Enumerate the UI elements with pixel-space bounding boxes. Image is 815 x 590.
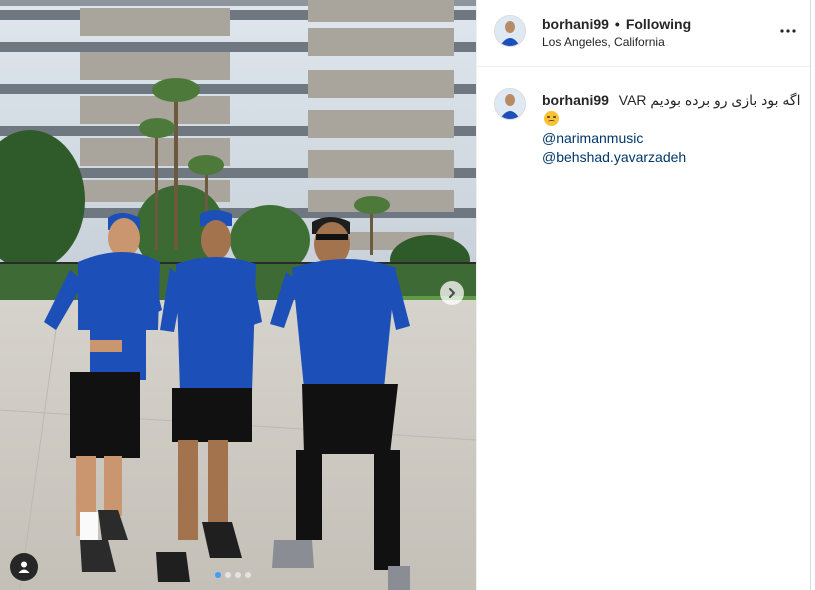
caption-username[interactable]: borhani99 [542,92,609,108]
carousel-dot [225,572,231,578]
mention-link[interactable]: @behshad.yavarzadeh [542,148,802,167]
post-header: borhani99 • Following Los Angeles, Calif… [477,0,810,67]
avatar-image [495,89,525,119]
carousel-dot [215,572,221,578]
following-button[interactable]: Following [626,16,691,32]
chevron-right-icon [449,288,455,298]
carousel-dots [215,572,251,578]
post-detail-panel: borhani99 • Following Los Angeles, Calif… [476,0,811,590]
caption-avatar[interactable] [494,88,526,120]
disappointed-face-icon [544,111,559,126]
more-options-button[interactable] [779,24,797,38]
carousel-next-button[interactable] [440,281,464,305]
post-author-username[interactable]: borhani99 [542,16,609,32]
post-location[interactable]: Los Angeles, California [542,35,665,49]
avatar-image [495,16,525,46]
carousel-dot [235,572,241,578]
mention-link[interactable]: @narimanmusic [542,129,802,148]
more-horizontal-icon [780,29,796,33]
carousel-dot [245,572,251,578]
photo-scene [0,0,476,590]
avatar[interactable] [494,15,526,47]
caption-text: اگه بود بازی رو برده بودیم VAR [618,92,801,108]
tagged-users-button[interactable] [10,553,38,581]
user-tag-icon [18,561,30,573]
post-photo[interactable] [0,0,476,590]
separator: • [614,16,620,32]
